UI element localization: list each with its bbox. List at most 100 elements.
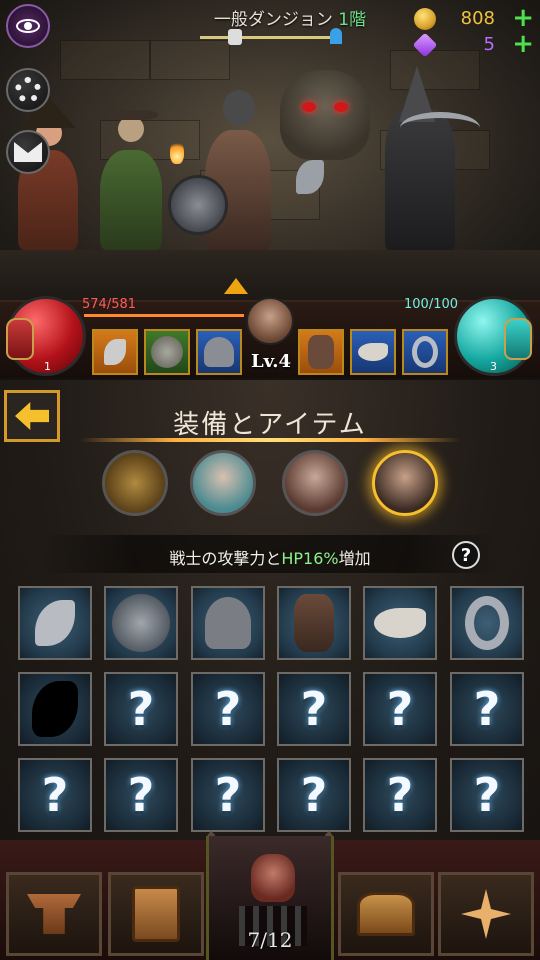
item-slot-helmet[interactable] — [191, 586, 265, 660]
mp-value: 100/100 — [404, 297, 459, 312]
gear-icon — [15, 77, 41, 103]
ring-icon — [412, 336, 438, 368]
round-shield-icon — [112, 594, 170, 652]
gold-amount: 808 — [460, 8, 495, 29]
skull-carving — [280, 70, 370, 160]
warrior-tab[interactable] — [372, 450, 438, 516]
mp-potion-icon[interactable] — [504, 318, 532, 360]
hp-bar — [84, 314, 244, 317]
item-slot-unknown[interactable]: ? — [277, 758, 351, 832]
torch-flame — [170, 140, 184, 164]
item-slot-unknown[interactable]: ? — [450, 758, 524, 832]
item-slot-silhouette[interactable] — [18, 672, 92, 746]
hero-level: Lv.4 — [250, 351, 292, 372]
axe-icon — [35, 600, 75, 646]
bird-skull-icon — [374, 608, 426, 638]
question-mark-icon: ? — [386, 682, 414, 736]
item-slot-unknown[interactable]: ? — [191, 672, 265, 746]
dungeon-key-counter: 7/12 — [247, 928, 293, 952]
item-slot-unknown[interactable]: ? — [450, 672, 524, 746]
silhouette-axe-icon — [32, 681, 78, 737]
envelope-icon — [14, 142, 42, 162]
hud-slot-weapon[interactable] — [92, 329, 138, 375]
progress-door-marker — [330, 28, 342, 44]
help-button[interactable]: ? — [452, 541, 480, 569]
question-mark-icon: ? — [300, 768, 328, 822]
question-mark-icon: ? — [127, 682, 155, 736]
warrior-portrait[interactable] — [246, 297, 294, 345]
panel-title: 装備とアイテム — [173, 410, 367, 440]
question-mark-icon: ? — [214, 682, 242, 736]
hud-slot-trinket[interactable] — [350, 329, 396, 375]
ring-icon — [465, 596, 509, 650]
fur-armor-icon — [308, 335, 334, 369]
compass-rose-icon — [461, 889, 511, 939]
hero-ranger[interactable] — [100, 110, 162, 250]
dungeon-title: 一般ダンジョン 1階 — [195, 5, 385, 30]
item-slot-axe[interactable] — [18, 586, 92, 660]
enemy-reaper[interactable] — [385, 66, 455, 250]
battle-scene: 一般ダンジョン 1階 808 + 5 + — [0, 0, 540, 310]
reaper-scythe-blade — [400, 112, 480, 144]
question-mark-icon: ? — [127, 768, 155, 822]
item-slot-unknown[interactable]: ? — [104, 758, 178, 832]
dungeon-name: 一般ダンジョン — [213, 10, 333, 30]
item-slot-trinket[interactable] — [363, 586, 437, 660]
item-slot-unknown[interactable]: ? — [18, 758, 92, 832]
eye-profile-button[interactable] — [6, 4, 50, 48]
book-icon — [132, 886, 180, 942]
item-slot-armor[interactable] — [277, 586, 351, 660]
nav-treasure-button[interactable] — [338, 872, 434, 956]
item-slot-unknown[interactable]: ? — [191, 758, 265, 832]
item-slot-ring[interactable] — [450, 586, 524, 660]
mail-button[interactable] — [6, 130, 50, 174]
buy-gold-plus-icon[interactable]: + — [512, 5, 534, 31]
helmet-icon — [205, 597, 251, 649]
hud-slot-helmet[interactable] — [196, 329, 242, 375]
item-slot-unknown[interactable]: ? — [363, 672, 437, 746]
question-mark-icon: ? — [473, 682, 501, 736]
round-shield-icon — [151, 336, 183, 368]
nav-forge-button[interactable] — [6, 872, 102, 956]
selected-hero-arrow-icon — [224, 278, 248, 294]
dungeon-progress-track — [200, 36, 340, 39]
question-mark-icon: ? — [473, 768, 501, 822]
hud-slot-shield[interactable] — [144, 329, 190, 375]
treasure-chest-tab[interactable] — [102, 450, 168, 516]
anvil-icon — [27, 894, 81, 934]
rogue-tab[interactable] — [282, 450, 348, 516]
fur-armor-icon — [294, 594, 334, 652]
title-underline-glow — [80, 438, 460, 442]
dungeon-floor-label: 1階 — [338, 10, 367, 30]
gem-amount: 5 — [483, 34, 495, 55]
hp-potion-count: 1 — [44, 360, 51, 373]
buy-gems-plus-icon[interactable]: + — [512, 31, 534, 57]
bonus-prefix: 戦士の攻撃力と — [169, 549, 282, 568]
bonus-hp-value: HP16% — [281, 549, 339, 568]
settings-button[interactable] — [6, 68, 50, 112]
progress-knight-marker — [228, 29, 242, 45]
warrior-shield — [168, 175, 228, 235]
helmet-icon — [204, 337, 234, 367]
nav-spellbook-button[interactable] — [108, 872, 204, 956]
hp-potion-icon[interactable] — [6, 318, 34, 360]
hud-slot-ring[interactable] — [402, 329, 448, 375]
question-mark-icon: ? — [386, 768, 414, 822]
eye-icon — [16, 19, 40, 33]
demon-skull-icon — [251, 854, 295, 902]
item-slot-unknown[interactable]: ? — [104, 672, 178, 746]
nav-map-button[interactable] — [438, 872, 534, 956]
axe-icon — [104, 339, 126, 365]
bonus-suffix: 増加 — [338, 549, 371, 568]
item-slot-unknown[interactable]: ? — [277, 672, 351, 746]
question-mark-icon: ? — [214, 768, 242, 822]
elf-tab[interactable] — [190, 450, 256, 516]
hp-value: 574/581 — [82, 297, 137, 312]
bird-skull-icon — [358, 343, 388, 361]
item-slot-shield[interactable] — [104, 586, 178, 660]
question-mark-icon: ? — [41, 768, 69, 822]
item-slot-unknown[interactable]: ? — [363, 758, 437, 832]
hud-slot-armor[interactable] — [298, 329, 344, 375]
mp-potion-count: 3 — [490, 360, 497, 373]
treasure-chest-icon — [357, 892, 415, 936]
